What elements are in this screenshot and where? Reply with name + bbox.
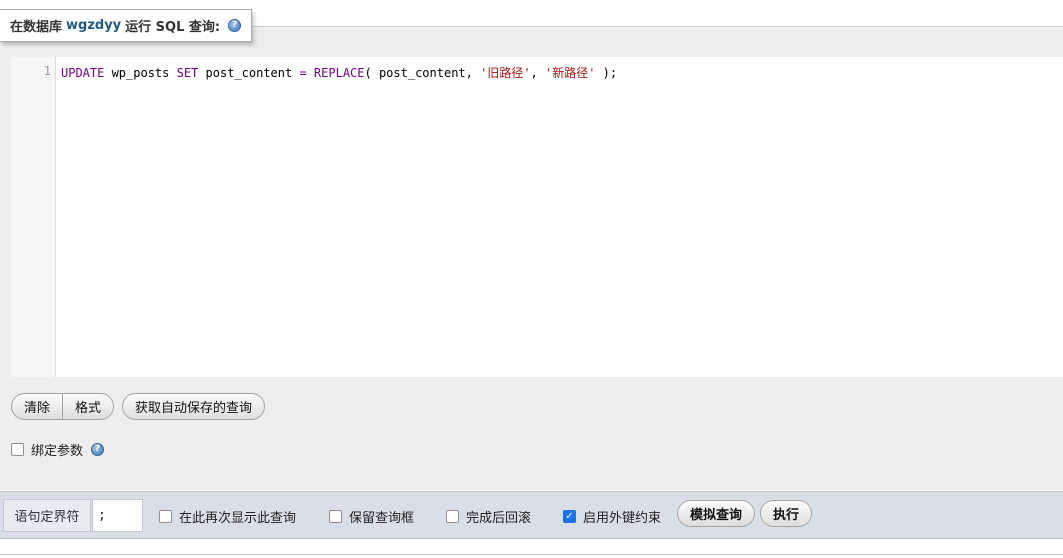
sql-text: wp_posts [104,66,177,80]
sql-string: '旧路径' [480,66,531,80]
panel-legend: 在数据库 wgzdyy 运行 SQL 查询: ? [0,9,253,42]
rollback-label: 完成后回滚 [466,511,532,526]
sql-function: REPLACE [313,66,365,80]
sql-editor[interactable]: 1 UPDATE wp_posts SET post_content = REP… [11,57,1063,377]
delimiter-input[interactable]: ; [92,499,143,532]
delimiter-label: 语句定界符 [3,499,91,532]
editor-button-group: 清除 格式 [11,393,115,420]
sql-text: post_content [198,66,300,80]
sql-code-line[interactable]: UPDATE wp_posts SET post_content = REPLA… [61,64,617,81]
line-number: 1 [43,64,51,78]
get-autosaved-query-button[interactable]: 获取自动保存的查询 [122,393,266,420]
foreign-key-checks-label: 启用外键约束 [583,511,662,526]
execute-button[interactable]: 执行 [760,500,813,527]
line-gutter: 1 [11,57,56,377]
legend-suffix: 运行 SQL 查询: [125,20,221,35]
show-query-again-option[interactable]: 在此再次显示此查询 [159,507,296,526]
help-icon[interactable]: ? [91,443,105,456]
rollback-checkbox[interactable] [446,510,459,523]
database-name: wgzdyy [66,18,122,33]
show-query-again-label: 在此再次显示此查询 [179,511,297,526]
sql-keyword: SET [176,66,199,80]
sql-text: ); [595,66,618,80]
retain-query-box-checkbox[interactable] [329,510,342,523]
sql-keyword: UPDATE [61,66,105,80]
retain-query-box-option[interactable]: 保留查询框 [329,507,414,526]
rollback-option[interactable]: 完成后回滚 [446,507,531,526]
retain-query-box-label: 保留查询框 [349,511,415,526]
show-query-again-checkbox[interactable] [159,510,172,523]
sql-string: '新路径' [545,66,596,80]
foreign-key-checks-option[interactable]: ✓ 启用外键约束 [563,507,661,526]
sql-operator: = [299,66,307,80]
bind-parameters-row: 绑定参数 ? [11,440,105,459]
sql-text: , [530,66,545,80]
simulate-query-button[interactable]: 模拟查询 [677,500,756,527]
foreign-key-checks-checkbox[interactable]: ✓ [563,510,576,523]
clear-button[interactable]: 清除 [11,393,63,420]
sql-text: ( post_content, [364,66,481,80]
legend-prefix: 在数据库 [10,20,63,35]
bind-parameters-label: 绑定参数 [31,444,84,459]
bind-parameters-checkbox[interactable] [11,443,24,456]
format-button[interactable]: 格式 [62,393,115,420]
divider [0,554,1063,555]
help-icon[interactable]: ? [228,19,242,32]
query-options-bar: 语句定界符 ; 在此再次显示此查询 保留查询框 完成后回滚 ✓ 启用外键约束 [0,491,1063,539]
